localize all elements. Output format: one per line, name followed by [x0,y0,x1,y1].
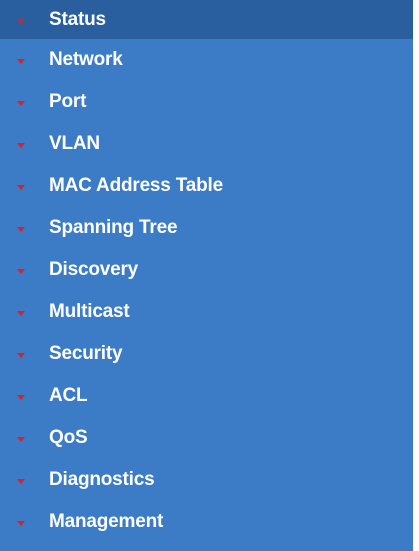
chevron-down-icon [16,518,26,528]
sidebar-item-spanning-tree[interactable]: Spanning Tree [0,207,413,249]
chevron-down-icon [16,308,26,318]
sidebar-item-label: Port [49,91,87,112]
sidebar-item-mac-address-table[interactable]: MAC Address Table [0,165,413,207]
sidebar-item-discovery[interactable]: Discovery [0,249,413,291]
chevron-down-icon [16,266,26,276]
sidebar-item-qos[interactable]: QoS [0,417,413,459]
chevron-down-icon [16,434,26,444]
sidebar-item-label: ACL [49,385,88,406]
sidebar-nav: Status Network Port VLAN MAC Address Tab… [0,0,419,551]
chevron-down-icon [16,224,26,234]
sidebar-item-label: Spanning Tree [49,217,178,238]
sidebar-item-label: Diagnostics [49,469,155,490]
sidebar-item-label: QoS [49,427,88,448]
chevron-down-icon [16,476,26,486]
sidebar-item-label: VLAN [49,133,100,154]
chevron-down-icon [16,16,26,26]
sidebar-item-vlan[interactable]: VLAN [0,123,413,165]
chevron-down-icon [16,98,26,108]
sidebar-menu: Status Network Port VLAN MAC Address Tab… [0,0,413,551]
sidebar-item-port[interactable]: Port [0,81,413,123]
sidebar-item-label: Network [49,49,123,70]
sidebar-item-label: Security [49,343,123,364]
sidebar-item-management[interactable]: Management [0,501,413,543]
sidebar-item-label: Discovery [49,259,139,280]
sidebar-item-label: Management [49,511,164,532]
sidebar-item-multicast[interactable]: Multicast [0,291,413,333]
sidebar-item-acl[interactable]: ACL [0,375,413,417]
chevron-down-icon [16,56,26,66]
chevron-down-icon [16,182,26,192]
sidebar-item-diagnostics[interactable]: Diagnostics [0,459,413,501]
sidebar-item-label: Status [49,8,106,30]
sidebar-item-label: Multicast [49,301,130,322]
chevron-down-icon [16,140,26,150]
sidebar-item-network[interactable]: Network [0,39,413,81]
sidebar-item-status[interactable]: Status [0,0,413,39]
sidebar-item-security[interactable]: Security [0,333,413,375]
sidebar-item-label: MAC Address Table [49,175,223,196]
chevron-down-icon [16,392,26,402]
chevron-down-icon [16,350,26,360]
